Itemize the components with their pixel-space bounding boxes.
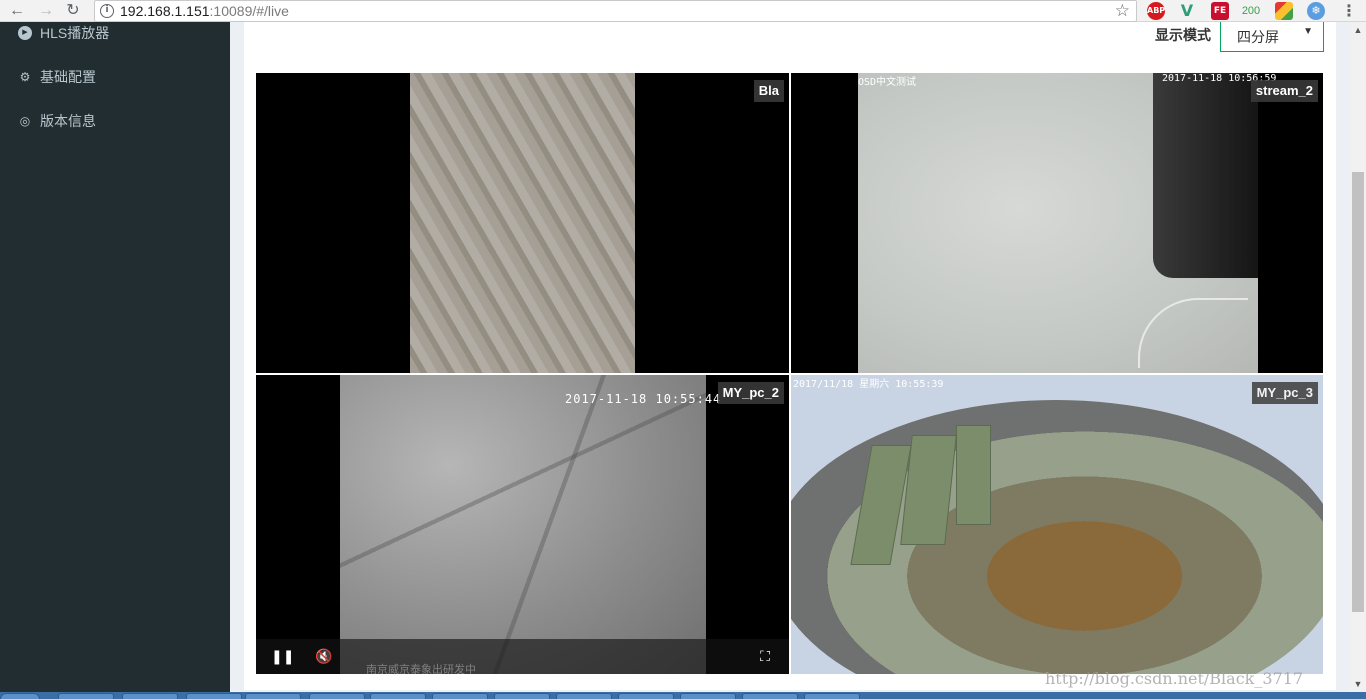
video-tile-bla[interactable]: Bla: [256, 73, 789, 373]
adblock-extension-icon[interactable]: ABP: [1147, 2, 1165, 20]
scroll-thumb[interactable]: [1352, 172, 1364, 612]
sidebar-item-label: 基础配置: [40, 69, 96, 85]
taskbar-app[interactable]: [186, 693, 242, 699]
taskbar-app[interactable]: [309, 693, 365, 699]
cable-object: [1138, 298, 1248, 368]
osd-timestamp: 2017/11/18 星期六 10:55:39: [793, 379, 944, 390]
page-scrollbar[interactable]: ▲ ▼: [1350, 22, 1366, 692]
sidebar-item-hls-player[interactable]: ▶ HLS播放器: [18, 22, 109, 44]
sidebar-item-version-info[interactable]: ◎ 版本信息: [18, 110, 96, 132]
video-tile-my-pc-2[interactable]: 2017-11-18 10:55:44 MY_pc_2 ❚❚ 🔇 南京威京泰象出…: [256, 375, 789, 674]
display-mode-select[interactable]: 四分屏 ▼: [1220, 22, 1324, 52]
scroll-up-icon[interactable]: ▲: [1350, 22, 1366, 38]
video-frame: [858, 73, 1258, 373]
sidebar-item-label: 版本信息: [40, 113, 96, 129]
taskbar-app[interactable]: [245, 693, 301, 699]
video-grid: Bla OSD中文测试 2017-11-18 10:56:59 stream_2…: [256, 73, 1323, 674]
address-bar[interactable]: i 192.168.1.151:10089/#/live ☆: [94, 0, 1137, 22]
video-frame: [340, 375, 706, 674]
video-tile-stream-2[interactable]: OSD中文测试 2017-11-18 10:56:59 stream_2: [791, 73, 1323, 373]
taskbar-app[interactable]: [680, 693, 736, 699]
forward-icon[interactable]: →: [36, 1, 56, 21]
vue-devtools-extension-icon[interactable]: V: [1178, 2, 1196, 20]
browser-menu-icon[interactable]: ⋮: [1340, 2, 1358, 20]
mute-icon[interactable]: 🔇: [315, 647, 333, 665]
browser-toolbar: ← → ↻ i 192.168.1.151:10089/#/live ☆ ABP…: [0, 0, 1366, 22]
stream-name-badge: stream_2: [1250, 80, 1318, 102]
taskbar-app[interactable]: [58, 693, 114, 699]
color-extension-icon[interactable]: [1275, 2, 1293, 20]
url-text[interactable]: 192.168.1.151:10089/#/live: [120, 3, 289, 19]
taskbar-app[interactable]: [432, 693, 488, 699]
stream-name-badge: Bla: [753, 80, 784, 102]
video-frame: [791, 375, 1323, 674]
video-frame: [410, 73, 635, 373]
osd-text: OSD中文测试: [858, 77, 917, 88]
sidebar-item-basic-config[interactable]: ⚙ 基础配置: [18, 66, 96, 88]
taskbar-app[interactable]: [742, 693, 798, 699]
life-ring-icon: ◎: [19, 114, 31, 128]
snowflake-extension-icon[interactable]: ❄: [1307, 2, 1325, 20]
play-circle-icon: ▶: [18, 26, 32, 40]
sidebar: ▶ HLS播放器 ⚙ 基础配置 ◎ 版本信息: [0, 22, 230, 692]
os-taskbar: [0, 692, 1366, 699]
sidebar-item-label: HLS播放器: [40, 25, 110, 41]
player-controls: ❚❚ 🔇 南京威京泰象出研发中 ⛶: [256, 639, 789, 674]
pause-icon[interactable]: ❚❚: [271, 647, 294, 665]
taskbar-app[interactable]: [122, 693, 178, 699]
camera-object: [1153, 73, 1258, 278]
fullscreen-icon[interactable]: ⛶: [756, 647, 774, 665]
building-shape: [956, 425, 991, 525]
back-icon[interactable]: ←: [7, 1, 27, 21]
display-mode-label: 显示模式: [1155, 27, 1211, 43]
scroll-down-icon[interactable]: ▼: [1350, 676, 1366, 692]
bookmark-star-icon[interactable]: ☆: [1115, 1, 1130, 21]
start-button[interactable]: [0, 693, 40, 699]
stream-name-badge: MY_pc_3: [1251, 382, 1318, 404]
taskbar-app[interactable]: [494, 693, 550, 699]
chevron-down-icon: ▼: [1303, 26, 1313, 37]
taskbar-app[interactable]: [370, 693, 426, 699]
stream-name-badge: MY_pc_2: [717, 382, 784, 404]
cogs-icon: ⚙: [19, 70, 31, 84]
reload-icon[interactable]: ↻: [63, 1, 83, 21]
extension-counter[interactable]: 200: [1240, 2, 1262, 20]
info-icon[interactable]: i: [100, 4, 114, 18]
taskbar-app[interactable]: [804, 693, 860, 699]
taskbar-app[interactable]: [556, 693, 612, 699]
display-mode-value: 四分屏: [1237, 29, 1279, 45]
taskbar-app[interactable]: [618, 693, 674, 699]
fe-helper-extension-icon[interactable]: FE: [1211, 2, 1229, 20]
osd-timestamp: 2017-11-18 10:55:44: [565, 392, 722, 406]
osd-caption: 南京威京泰象出研发中: [366, 664, 476, 674]
blog-watermark: http://blog.csdn.net/Black_3717: [1045, 669, 1304, 688]
video-tile-my-pc-3[interactable]: 2017/11/18 星期六 10:55:39 MY_pc_3: [791, 375, 1323, 674]
